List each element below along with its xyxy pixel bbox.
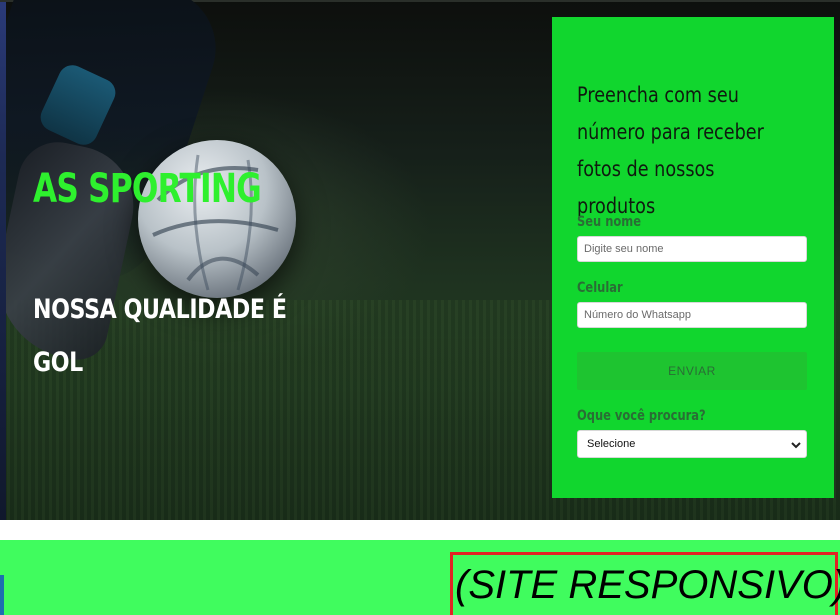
hero-tagline: NOSSA QUALIDADE É GOL [33, 294, 287, 378]
page: AS SPORTING NOSSA QUALIDADE É GOL Preenc… [0, 0, 840, 615]
send-button[interactable]: ENVIAR [577, 352, 807, 390]
form-heading: Preencha com seu número para receber fot… [577, 83, 764, 218]
lead-form: Preencha com seu número para receber fot… [552, 17, 834, 498]
brand-title: AS SPORTING [33, 166, 262, 212]
bottom-band-edge [0, 575, 4, 615]
name-input[interactable] [577, 236, 807, 262]
interest-select[interactable]: Selecione [577, 430, 807, 458]
whatsapp-input[interactable] [577, 302, 807, 328]
chevron-down-icon [791, 442, 801, 449]
interest-select-value: Selecione [587, 438, 636, 450]
name-label: Seu nome [577, 214, 642, 230]
interest-label: Oque você procura? [577, 408, 706, 424]
left-edge-strip [0, 2, 6, 520]
soccer-ball-image [138, 140, 296, 298]
responsive-site-label: (SITE RESPONSIVO) [455, 563, 840, 607]
phone-label: Celular [577, 280, 623, 296]
hero-section: AS SPORTING NOSSA QUALIDADE É GOL Preenc… [0, 0, 840, 520]
